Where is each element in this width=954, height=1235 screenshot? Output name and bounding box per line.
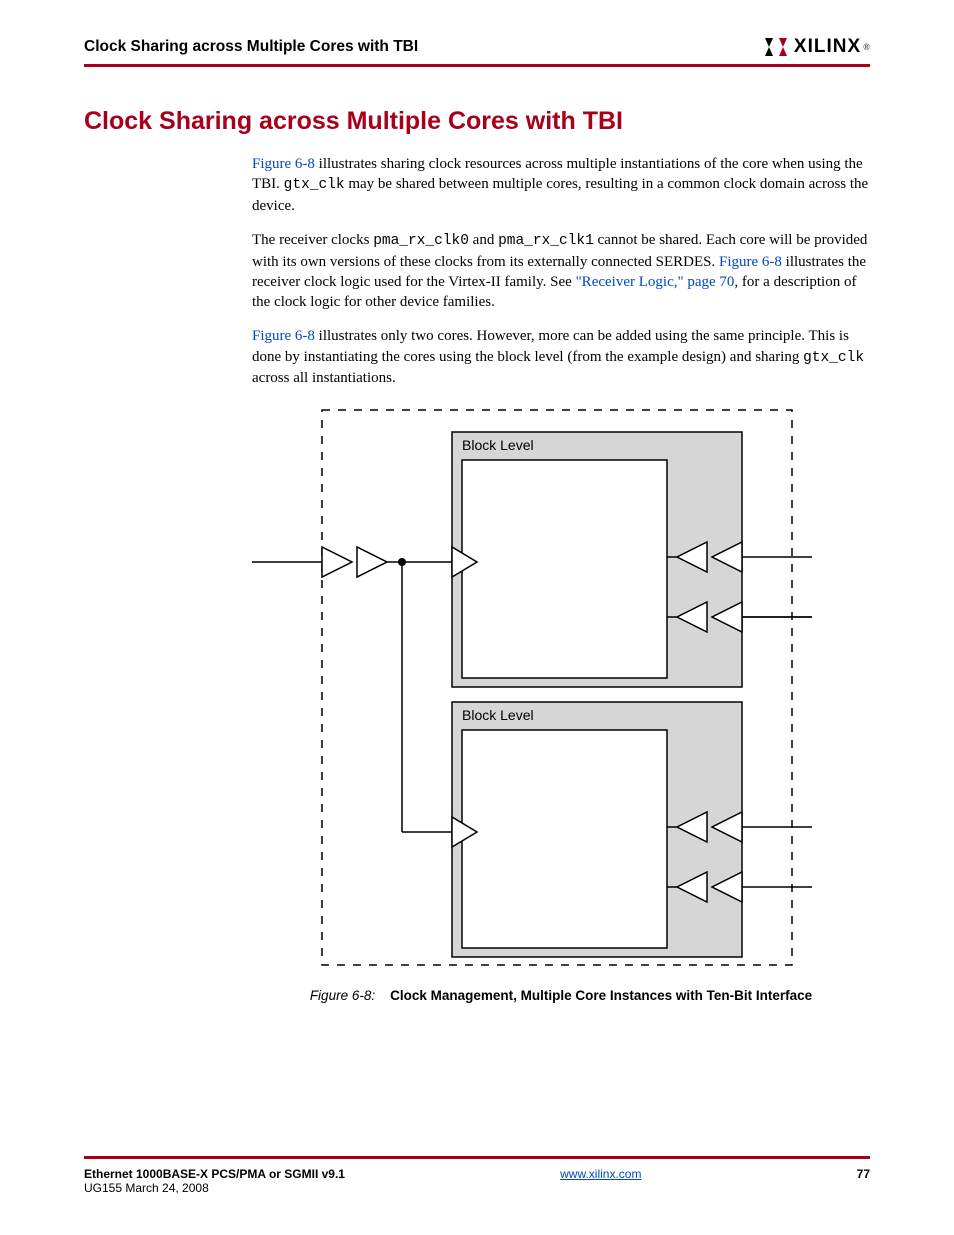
- code-pma-rx-clk1: pma_rx_clk1: [498, 233, 594, 249]
- running-title: Clock Sharing across Multiple Cores with…: [84, 38, 418, 56]
- code-gtx-clk: gtx_clk: [803, 350, 864, 366]
- header-rule: [84, 64, 870, 67]
- paragraph-2: The receiver clocks pma_rx_clk0 and pma_…: [252, 230, 870, 312]
- footer-left: Ethernet 1000BASE-X PCS/PMA or SGMII v9.…: [84, 1167, 345, 1195]
- paragraph-1: Figure 6-8 illustrates sharing clock res…: [252, 154, 870, 216]
- receiver-logic-link[interactable]: "Receiver Logic," page 70: [576, 274, 735, 290]
- xilinx-logo: XILINX ®: [762, 36, 870, 58]
- figure-caption-title: Clock Management, Multiple Core Instance…: [390, 988, 812, 1003]
- figure-link[interactable]: Figure 6-8: [719, 254, 782, 270]
- doc-title: Ethernet 1000BASE-X PCS/PMA or SGMII v9.…: [84, 1167, 345, 1181]
- block-label-1: Block Level: [462, 437, 534, 453]
- paragraph-3: Figure 6-8 illustrates only two cores. H…: [252, 326, 870, 388]
- body-text: Figure 6-8 illustrates sharing clock res…: [252, 154, 870, 388]
- page-header: Clock Sharing across Multiple Cores with…: [84, 36, 870, 58]
- figure-caption-label: Figure 6-8:: [310, 988, 375, 1003]
- logo-text: XILINX: [794, 36, 861, 58]
- figure-link[interactable]: Figure 6-8: [252, 156, 315, 172]
- page-number: 77: [857, 1167, 870, 1181]
- block-label-2: Block Level: [462, 707, 534, 723]
- page-footer: Ethernet 1000BASE-X PCS/PMA or SGMII v9.…: [84, 1156, 870, 1195]
- code-pma-rx-clk0: pma_rx_clk0: [373, 233, 469, 249]
- figure-6-8: Block Level Block Level: [252, 402, 870, 972]
- logo-registered: ®: [863, 42, 870, 52]
- code-gtx-clk: gtx_clk: [284, 177, 345, 193]
- footer-url-link[interactable]: www.xilinx.com: [560, 1167, 641, 1181]
- section-heading: Clock Sharing across Multiple Cores with…: [84, 107, 870, 136]
- xilinx-logo-icon: [762, 36, 790, 58]
- figure-link[interactable]: Figure 6-8: [252, 328, 315, 344]
- figure-caption: Figure 6-8: Clock Management, Multiple C…: [252, 988, 870, 1003]
- diagram-svg: Block Level Block Level: [252, 402, 812, 972]
- doc-id: UG155 March 24, 2008: [84, 1181, 209, 1195]
- footer-rule: [84, 1156, 870, 1159]
